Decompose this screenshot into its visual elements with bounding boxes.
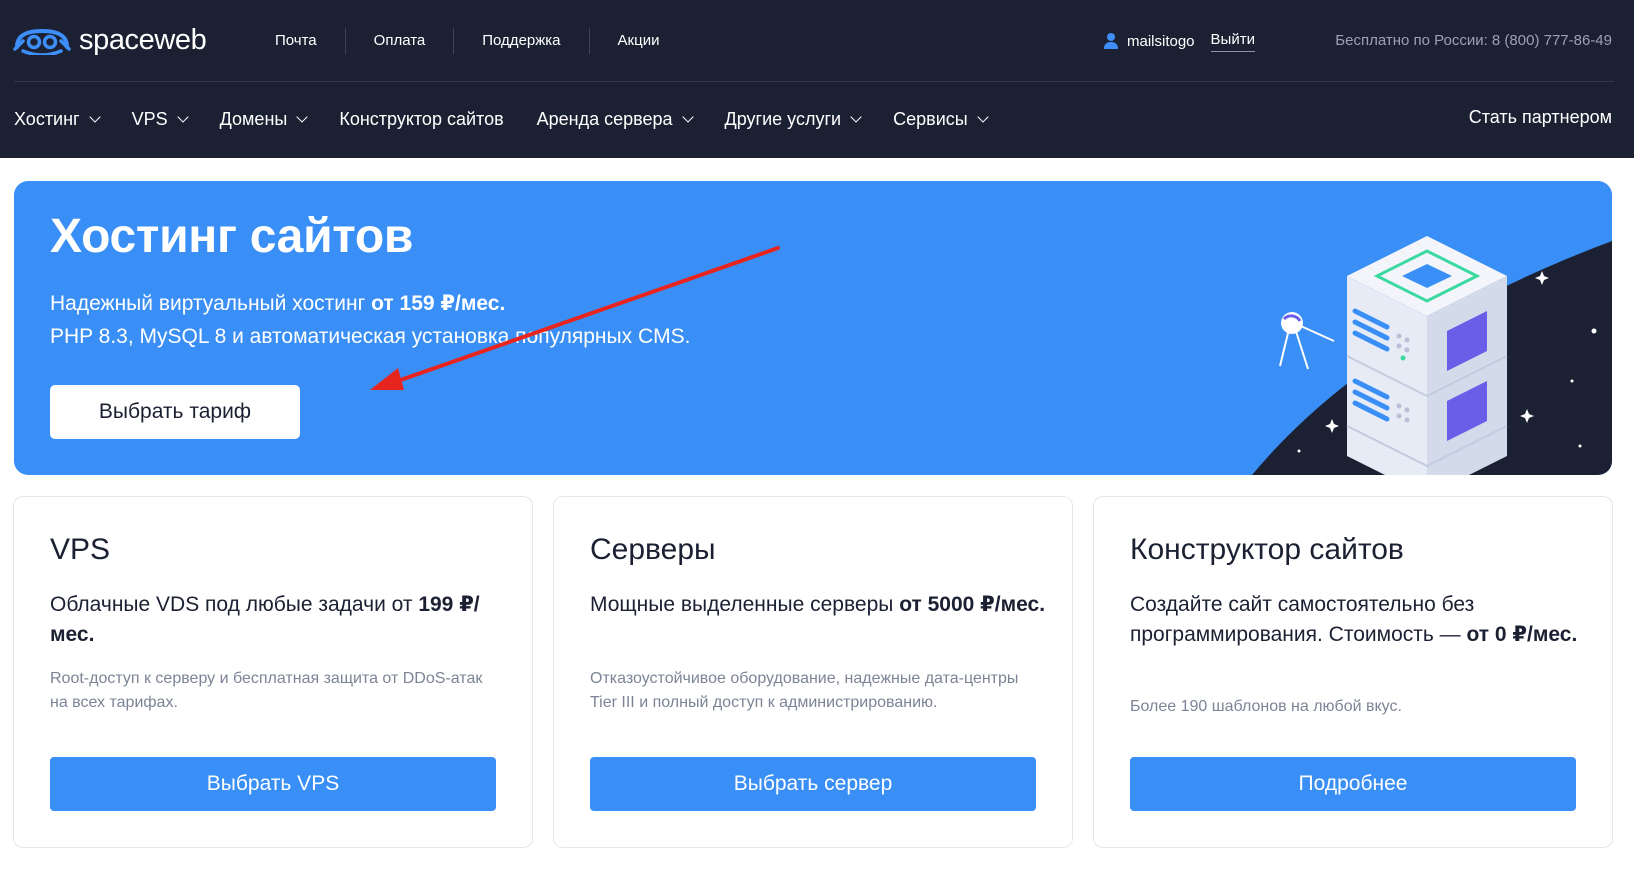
card-description-text: Создайте сайт самостоятельно без програм… <box>1130 593 1475 646</box>
card-note: Более 190 шаблонов на любой вкус. <box>1130 698 1402 715</box>
card-servers: Серверы Мощные выделенные серверы от 500… <box>553 496 1073 848</box>
username-link[interactable]: mailsitogo <box>1127 33 1195 50</box>
chevron-down-icon <box>850 110 862 123</box>
top-link-promotions[interactable]: Акции <box>590 28 688 54</box>
card-description: Мощные выделенные серверы от 5000 ₽/мес. <box>590 590 1050 620</box>
card-vps: VPS Облачные VDS под любые задачи от 199… <box>13 496 533 848</box>
nav-item-label: Хостинг <box>14 108 80 129</box>
spaceweb-logo[interactable]: spaceweb <box>13 22 207 58</box>
nav-item-label: Конструктор сайтов <box>339 108 504 129</box>
card-title: VPS <box>50 533 111 566</box>
nav-item-label: VPS <box>131 108 168 129</box>
top-link-mail[interactable]: Почта <box>255 28 345 54</box>
choose-vps-button[interactable]: Выбрать VPS <box>50 757 496 811</box>
nav-item-hosting[interactable]: Хостинг <box>14 108 101 130</box>
main-nav: Хостинг VPS Домены Конструктор сайтов Ар… <box>14 106 1020 132</box>
server-tower <box>1346 236 1508 475</box>
nav-item-label: Аренда сервера <box>536 108 673 129</box>
choose-server-button[interactable]: Выбрать сервер <box>590 757 1036 811</box>
hero-title: Хостинг сайтов <box>50 210 414 263</box>
card-description-text: Мощные выделенные серверы <box>590 593 900 616</box>
chevron-down-icon <box>88 110 101 123</box>
more-details-button[interactable]: Подробнее <box>1130 757 1576 811</box>
top-link-support[interactable]: Поддержка <box>454 28 588 54</box>
hero-subtitle-text: Надежный виртуальный хостинг <box>50 292 372 315</box>
card-title: Конструктор сайтов <box>1130 533 1404 566</box>
chevron-down-icon <box>176 110 189 123</box>
card-site-builder: Конструктор сайтов Создайте сайт самосто… <box>1093 496 1613 848</box>
card-description: Создайте сайт самостоятельно без програм… <box>1130 590 1590 650</box>
user-block: mailsitogo Выйти <box>1104 30 1255 52</box>
nav-item-domains[interactable]: Домены <box>219 108 308 130</box>
choose-tariff-button[interactable]: Выбрать тариф <box>50 385 300 439</box>
nav-item-server-rental[interactable]: Аренда сервера <box>536 108 694 130</box>
nav-item-label: Домены <box>219 108 288 129</box>
spaceweb-logo-icon <box>13 28 71 55</box>
card-note: Root-доступ к серверу и бесплатная защит… <box>50 670 483 711</box>
server-illustration <box>1252 236 1612 475</box>
header-divider <box>14 81 1614 82</box>
card-description-text: Облачные VDS под любые задачи от <box>50 593 419 616</box>
top-link-payment[interactable]: Оплата <box>346 28 454 54</box>
nav-item-label: Другие услуги <box>724 108 842 129</box>
nav-item-other-services[interactable]: Другие услуги <box>724 108 862 130</box>
phone-number: Бесплатно по России: 8 (800) 777-86-49 <box>1335 32 1612 49</box>
card-note: Отказоустойчивое оборудование, надежные … <box>590 670 1019 711</box>
chevron-down-icon <box>681 110 694 123</box>
nav-item-label: Сервисы <box>893 108 968 129</box>
user-icon <box>1104 33 1118 49</box>
logout-link[interactable]: Выйти <box>1210 31 1255 52</box>
become-partner-link[interactable]: Стать партнером <box>1469 107 1612 128</box>
hero-features: PHP 8.3, MySQL 8 и автоматическая устано… <box>50 325 691 348</box>
nav-item-site-builder[interactable]: Конструктор сайтов <box>339 109 503 130</box>
site-header: spaceweb Почта Оплата Поддержка Акции ma… <box>0 0 1634 158</box>
card-price: от 5000 ₽/мес. <box>899 593 1046 616</box>
hero-subtitle: Надежный виртуальный хостинг от 159 ₽/ме… <box>50 291 505 316</box>
card-description: Облачные VDS под любые задачи от 199 ₽/м… <box>50 590 510 650</box>
satellite-icon <box>1279 312 1335 370</box>
logo-text: spaceweb <box>79 23 207 56</box>
top-links: Почта Оплата Поддержка Акции <box>255 28 687 54</box>
nav-item-services[interactable]: Сервисы <box>893 108 989 130</box>
chevron-down-icon <box>977 110 989 123</box>
card-title: Серверы <box>590 533 716 566</box>
nav-item-vps[interactable]: VPS <box>131 108 189 130</box>
hero-price: от 159 ₽/мес. <box>371 292 506 315</box>
hero-banner: Хостинг сайтов Надежный виртуальный хост… <box>14 181 1612 475</box>
chevron-down-icon <box>296 110 308 123</box>
card-price: от 0 ₽/мес. <box>1466 623 1578 646</box>
